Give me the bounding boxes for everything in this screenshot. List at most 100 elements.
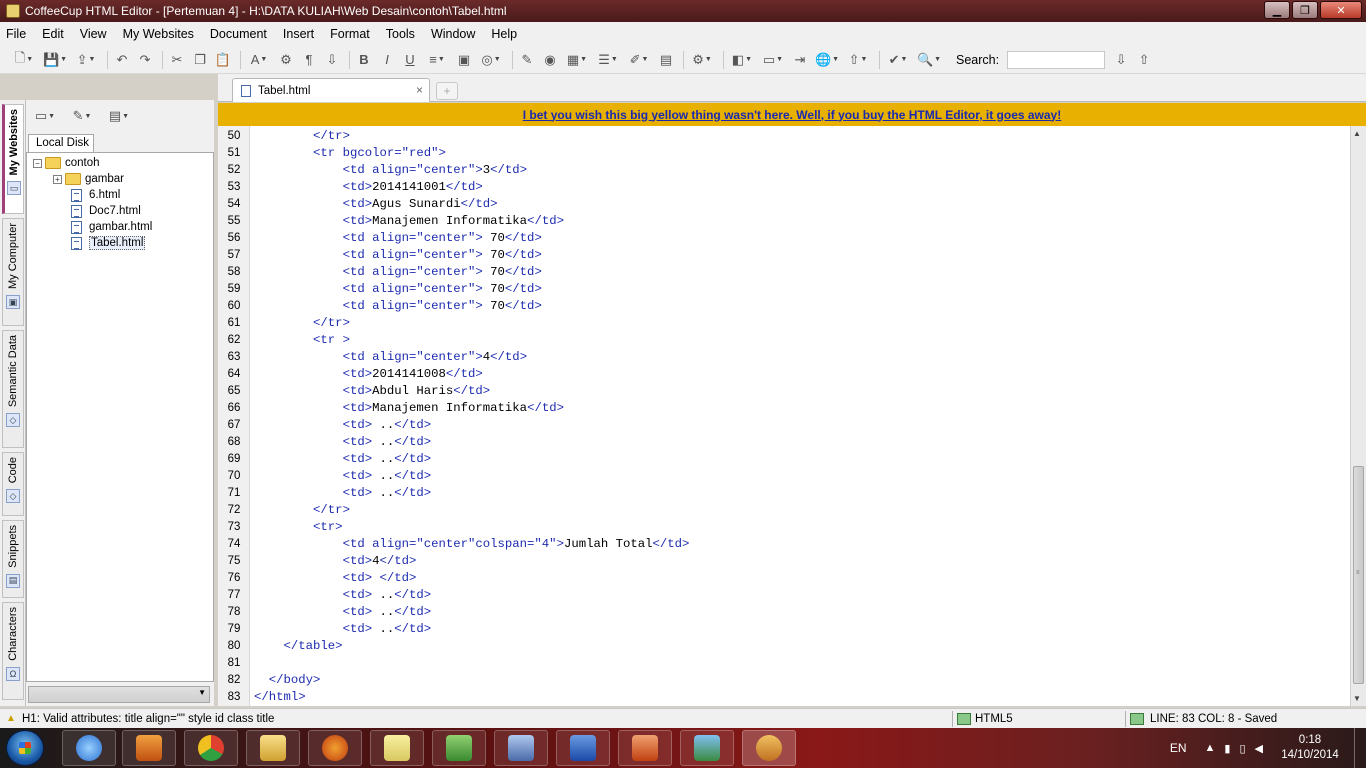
table-icon[interactable]: ▦ ▼ — [563, 50, 591, 70]
collapse-icon[interactable]: − — [33, 158, 42, 168]
export-icon[interactable]: ⇥ — [790, 50, 810, 70]
menu-edit[interactable]: Edit — [42, 27, 64, 41]
menu-file[interactable]: File — [6, 27, 26, 41]
italic-icon[interactable]: I — [377, 50, 397, 70]
tree-file-selected[interactable]: Tabel.html — [71, 235, 146, 251]
menu-window[interactable]: Window — [431, 27, 475, 41]
code-line[interactable]: 53 <td>2014141001</td> — [218, 179, 1350, 196]
validate-icon[interactable]: ✔ ▼ — [884, 50, 912, 70]
tab-characters[interactable]: Characters Ω — [2, 602, 24, 700]
redo-icon[interactable]: ↷ — [135, 50, 155, 70]
code-line[interactable]: 74 <td align="center"colspan="4">Jumlah … — [218, 536, 1350, 553]
menu-document[interactable]: Document — [210, 27, 267, 41]
show-hidden-icons-icon[interactable]: ▲ — [1205, 742, 1216, 754]
bold-icon[interactable]: B — [354, 50, 374, 70]
underline-icon[interactable]: U — [400, 50, 420, 70]
globe-icon[interactable]: 🌐 ▼ — [813, 50, 841, 70]
paste-icon[interactable]: 📋 — [213, 50, 233, 70]
menu-my-websites[interactable]: My Websites — [123, 27, 194, 41]
code-line[interactable]: 50 </tr> — [218, 128, 1350, 145]
code-line[interactable]: 52 <td align="center">3</td> — [218, 162, 1350, 179]
code-line[interactable]: 54 <td>Agus Sunardi</td> — [218, 196, 1350, 213]
cut-icon[interactable]: ✂ — [167, 50, 187, 70]
save-icon[interactable]: 💾 ▼ — [41, 50, 69, 70]
code-editor[interactable]: 50 </tr> 51 <tr bgcolor="red"> 52 <td alig… — [218, 126, 1350, 706]
undo-icon[interactable]: ↶ — [112, 50, 132, 70]
tree-file[interactable]: gambar.html — [71, 219, 152, 235]
language-indicator[interactable]: EN — [1170, 741, 1187, 755]
start-button[interactable] — [6, 730, 44, 766]
close-button[interactable]: ✕ — [1320, 1, 1362, 19]
sticky-notes-taskbar-button[interactable] — [370, 730, 424, 766]
coffeecup-taskbar-button[interactable] — [742, 730, 796, 766]
download-icon[interactable]: ⇩ — [322, 50, 342, 70]
doctype-label[interactable]: HTML5 — [975, 713, 1125, 725]
code-line[interactable]: 79 <td> ..</td> — [218, 621, 1350, 638]
settings-gear-icon[interactable]: ⚙ ▼ — [688, 50, 716, 70]
code-line[interactable]: 83 </html> — [218, 689, 1350, 706]
photo-viewer-taskbar-button[interactable] — [680, 730, 734, 766]
code-line[interactable]: 77 <td> ..</td> — [218, 587, 1350, 604]
code-line[interactable]: 71 <td> ..</td> — [218, 485, 1350, 502]
media-player-taskbar-button[interactable] — [122, 730, 176, 766]
expand-icon[interactable]: + — [53, 174, 62, 184]
search-input[interactable] — [1007, 50, 1106, 69]
code-line[interactable]: 64 <td>2014141008</td> — [218, 366, 1350, 383]
menu-help[interactable]: Help — [491, 27, 517, 41]
form-icon[interactable]: ☰ ▼ — [594, 50, 622, 70]
tree-folder-contoh[interactable]: − contoh — [33, 155, 100, 171]
chrome-taskbar-button[interactable] — [184, 730, 238, 766]
tab-code[interactable]: Code ◇ — [2, 452, 24, 516]
clock[interactable]: 0:18 14/10/2014 — [1272, 733, 1348, 763]
tab-tabel-html[interactable]: Tabel.html × — [232, 78, 430, 102]
font-icon[interactable]: A ▼ — [245, 50, 273, 70]
copy-icon[interactable]: ❐ — [190, 50, 210, 70]
code-line[interactable]: 76 <td> </td> — [218, 570, 1350, 587]
battery-icon[interactable]: ▯ — [1239, 742, 1245, 755]
code-line[interactable]: 55 <td>Manajemen Informatika</td> — [218, 213, 1350, 230]
code-line[interactable]: 59 <td align="center"> 70</td> — [218, 281, 1350, 298]
promo-link[interactable]: I bet you wish this big yellow thing was… — [523, 108, 1061, 122]
link-icon[interactable]: ◎ ▼ — [477, 50, 505, 70]
code-line[interactable]: 61 </tr> — [218, 315, 1350, 332]
code-line[interactable]: 81 — [218, 655, 1350, 672]
tab-my-computer[interactable]: My Computer ▣ — [2, 218, 24, 326]
menu-tools[interactable]: Tools — [386, 27, 415, 41]
volume-icon[interactable]: ◀ — [1255, 742, 1263, 755]
code-line[interactable]: 56 <td align="center"> 70</td> — [218, 230, 1350, 247]
brush-icon[interactable]: ✎ — [517, 50, 537, 70]
maximize-button[interactable]: ❐ — [1292, 1, 1318, 19]
code-line[interactable]: 60 <td align="center"> 70</td> — [218, 298, 1350, 315]
search-down-icon[interactable]: ⇩ — [1111, 50, 1131, 70]
scrollbar-thumb[interactable]: ≡ — [1353, 466, 1364, 684]
show-desktop-button[interactable] — [1354, 728, 1366, 768]
tab-semantic-data[interactable]: Semantic Data ◇ — [2, 330, 24, 448]
new-tab-button[interactable]: + — [436, 82, 458, 100]
tools-icon[interactable]: ✎ ▼ — [69, 106, 95, 126]
app-taskbar-button[interactable] — [432, 730, 486, 766]
code-line[interactable]: 80 </table> — [218, 638, 1350, 655]
image-icon[interactable]: ▣ — [454, 50, 474, 70]
tree-file[interactable]: Doc7.html — [71, 203, 141, 219]
tab-local-disk[interactable]: Local Disk — [28, 134, 94, 152]
code-line[interactable]: 58 <td align="center"> 70</td> — [218, 264, 1350, 281]
code-line[interactable]: 78 <td> ..</td> — [218, 604, 1350, 621]
spell-icon[interactable]: ⚙ — [276, 50, 296, 70]
close-tab-icon[interactable]: × — [416, 83, 423, 97]
code-line[interactable]: 75 <td>4</td> — [218, 553, 1350, 570]
site-options-icon[interactable]: ▤ ▼ — [106, 106, 132, 126]
firefox-taskbar-button[interactable] — [308, 730, 362, 766]
layout-icon[interactable]: ◧ ▼ — [728, 50, 756, 70]
list-icon[interactable]: ▤ — [656, 50, 676, 70]
network-icon[interactable]: ▮ — [1224, 742, 1230, 755]
code-line[interactable]: 51 <tr bgcolor="red"> — [218, 145, 1350, 162]
code-line[interactable]: 70 <td> ..</td> — [218, 468, 1350, 485]
align-icon[interactable]: ≡ ▼ — [423, 50, 451, 70]
code-line[interactable]: 67 <td> ..</td> — [218, 417, 1350, 434]
new-file-icon[interactable]: 🗋 ▼ — [10, 50, 38, 70]
code-line[interactable]: 63 <td align="center">4</td> — [218, 349, 1350, 366]
minimize-button[interactable]: ▁ — [1264, 1, 1290, 19]
powerpoint-taskbar-button[interactable] — [618, 730, 672, 766]
code-line[interactable]: 73 <tr> — [218, 519, 1350, 536]
word-taskbar-button[interactable] — [556, 730, 610, 766]
